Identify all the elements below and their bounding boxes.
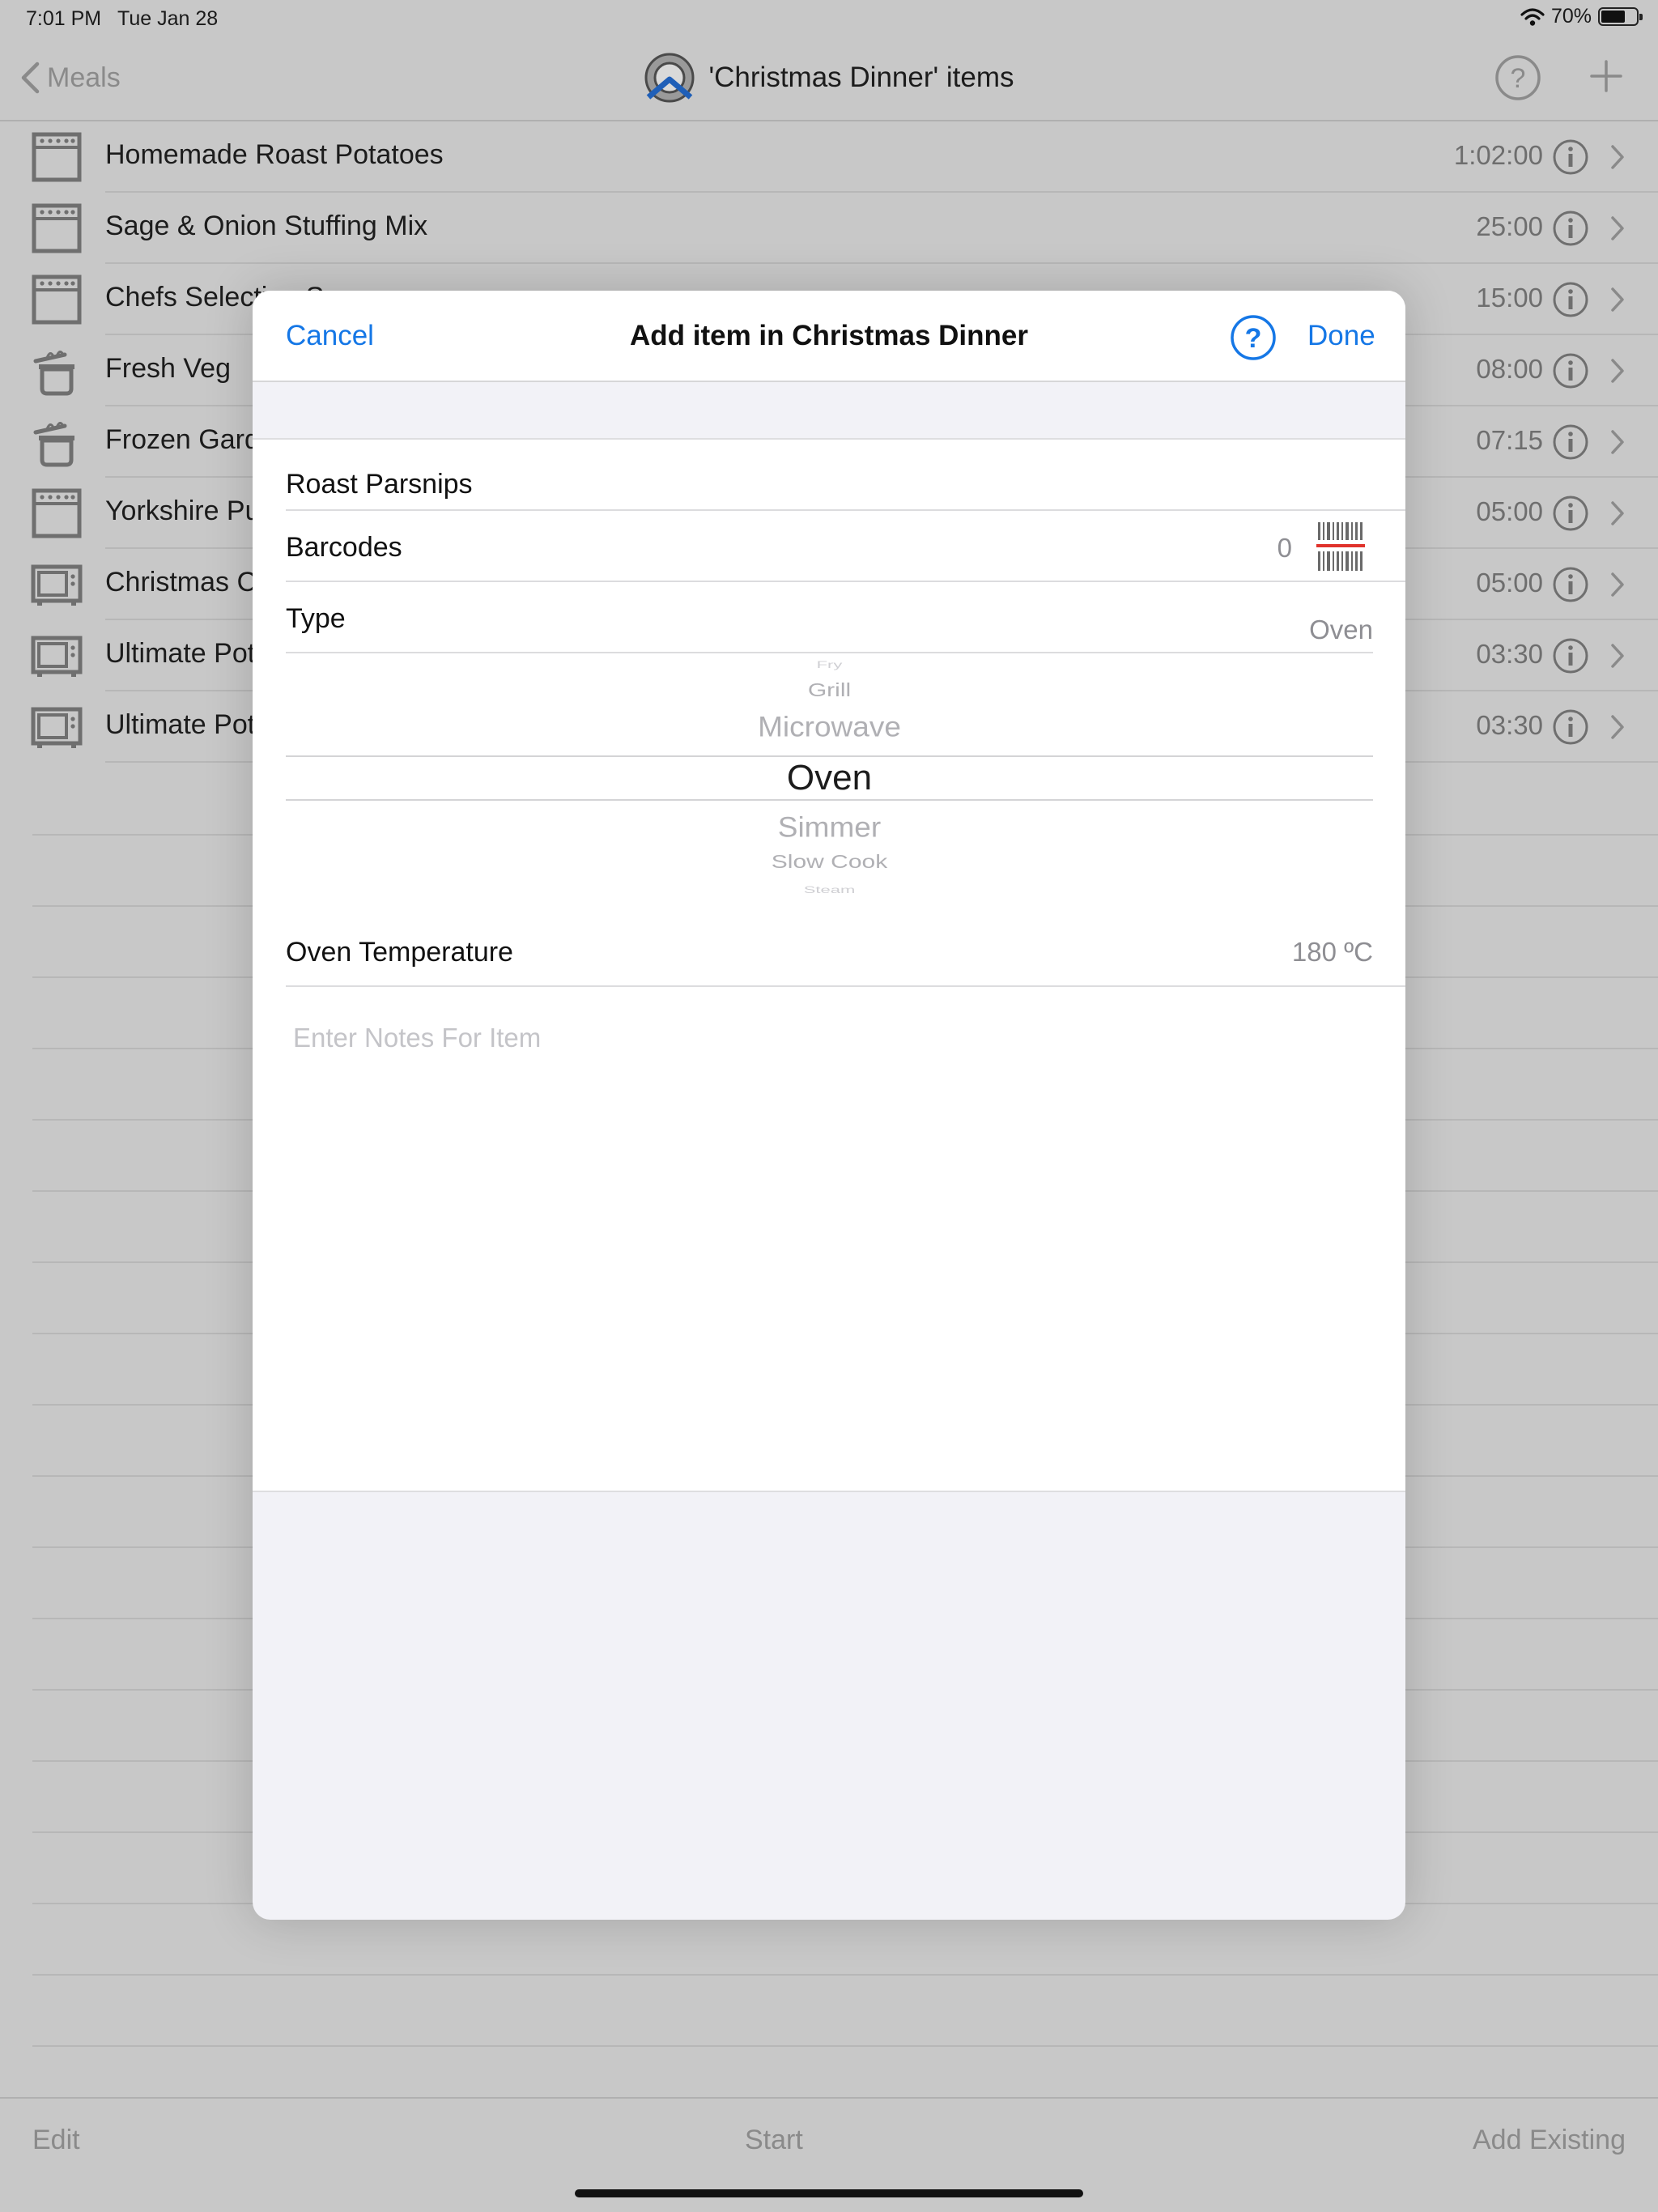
item-duration: 07:15 xyxy=(1476,425,1543,455)
battery-fill xyxy=(1601,11,1626,23)
barcodes-row[interactable]: Barcodes 0 xyxy=(286,511,1405,582)
item-duration: 05:00 xyxy=(1476,496,1543,526)
info-icon[interactable] xyxy=(1551,351,1590,394)
microwave-icon xyxy=(31,701,83,753)
chevron-right-icon xyxy=(1609,215,1626,245)
edit-button[interactable]: Edit xyxy=(32,2125,80,2156)
home-indicator xyxy=(575,2189,1083,2197)
battery-icon xyxy=(1598,7,1643,26)
page-title: 'Christmas Dinner' items xyxy=(0,52,1658,104)
item-name: Yorkshire Pu xyxy=(105,496,261,526)
status-right: 70% xyxy=(1520,5,1643,28)
microwave-icon xyxy=(31,630,83,682)
list-item[interactable]: Homemade Roast Potatoes 1:02:00 xyxy=(0,121,1658,193)
help-icon[interactable]: ? xyxy=(1494,53,1542,102)
item-duration: 03:30 xyxy=(1476,710,1543,740)
svg-text:?: ? xyxy=(1245,323,1262,354)
barcode-scan-icon[interactable] xyxy=(1316,521,1365,572)
info-icon[interactable] xyxy=(1551,280,1590,323)
chevron-right-icon xyxy=(1609,358,1626,388)
item-name: Ultimate Pot xyxy=(105,638,256,669)
oven-icon xyxy=(31,202,83,254)
info-icon[interactable] xyxy=(1551,209,1590,252)
done-button[interactable]: Done xyxy=(1307,320,1375,352)
item-name: Christmas C xyxy=(105,567,257,598)
item-duration: 03:30 xyxy=(1476,639,1543,669)
item-name-value: Roast Parsnips xyxy=(286,469,473,500)
page-title-text: 'Christmas Dinner' items xyxy=(708,62,1014,93)
row-separator xyxy=(32,1974,1658,1976)
item-name-field[interactable]: Roast Parsnips xyxy=(286,440,1405,511)
add-item-modal: Cancel Add item in Christmas Dinner ? Do… xyxy=(253,291,1405,1920)
oven-icon xyxy=(31,487,83,539)
picker-option[interactable]: Oven xyxy=(286,760,1373,796)
add-existing-button[interactable]: Add Existing xyxy=(1473,2125,1626,2156)
chevron-right-icon xyxy=(1609,572,1626,602)
navigation-bar: Meals 'Christmas Dinner' items ? xyxy=(0,37,1658,121)
oven-temperature-row[interactable]: Oven Temperature 180 ºC xyxy=(286,916,1405,987)
item-name: Fresh Veg xyxy=(105,353,231,384)
barcodes-count: 0 xyxy=(1277,533,1292,563)
wifi-icon xyxy=(1520,7,1545,26)
chevron-right-icon xyxy=(1609,429,1626,459)
info-icon[interactable] xyxy=(1551,423,1590,466)
help-icon[interactable]: ? xyxy=(1229,313,1278,362)
picker-option[interactable]: Steam xyxy=(286,885,1373,895)
chevron-right-icon xyxy=(1609,287,1626,317)
item-duration: 15:00 xyxy=(1476,283,1543,313)
item-duration: 05:00 xyxy=(1476,568,1543,598)
status-bar: 7:01 PM Tue Jan 28 70% xyxy=(0,0,1658,37)
item-name: Homemade Roast Potatoes xyxy=(105,139,444,170)
item-duration: 1:02:00 xyxy=(1453,140,1543,170)
chevron-right-icon xyxy=(1609,643,1626,673)
info-icon[interactable] xyxy=(1551,636,1590,679)
type-label: Type xyxy=(286,603,346,634)
status-date: Tue Jan 28 xyxy=(117,7,219,30)
picker-option[interactable]: Microwave xyxy=(286,712,1373,740)
notes-placeholder: Enter Notes For Item xyxy=(293,1023,542,1053)
microwave-icon xyxy=(31,559,83,610)
type-row[interactable]: Type Oven xyxy=(286,582,1373,653)
item-name: Frozen Gard xyxy=(105,424,260,455)
modal-form: Roast Parsnips Barcodes 0 Type Oven Fry … xyxy=(253,438,1405,1492)
info-icon[interactable] xyxy=(1551,138,1590,181)
picker-option[interactable]: Grill xyxy=(286,681,1373,700)
item-duration: 25:00 xyxy=(1476,211,1543,241)
oven-icon xyxy=(31,274,83,325)
add-icon[interactable] xyxy=(1587,57,1626,96)
barcodes-label: Barcodes xyxy=(286,532,402,563)
item-name: Ultimate Pot xyxy=(105,709,256,740)
info-icon[interactable] xyxy=(1551,708,1590,751)
picker-option[interactable]: Fry xyxy=(286,660,1373,670)
app-logo-icon xyxy=(644,53,695,103)
svg-text:?: ? xyxy=(1511,63,1526,94)
battery-percent: 70% xyxy=(1550,5,1592,28)
status-time: 7:01 PM xyxy=(26,7,102,30)
oven-temperature-value: 180 ºC xyxy=(1291,937,1373,967)
saucepan-icon xyxy=(31,345,83,397)
type-value: Oven xyxy=(1309,615,1373,644)
notes-textarea[interactable]: Enter Notes For Item xyxy=(253,987,1405,1201)
start-button[interactable]: Start xyxy=(745,2125,803,2156)
picker-option[interactable]: Slow Cook xyxy=(286,853,1373,871)
modal-header: Cancel Add item in Christmas Dinner ? Do… xyxy=(253,291,1405,382)
picker-option[interactable]: Simmer xyxy=(286,812,1373,840)
list-item[interactable]: Sage & Onion Stuffing Mix 25:00 xyxy=(0,193,1658,264)
info-icon[interactable] xyxy=(1551,494,1590,537)
row-separator xyxy=(32,2045,1658,2047)
saucepan-icon xyxy=(31,416,83,468)
chevron-right-icon xyxy=(1609,500,1626,530)
chevron-right-icon xyxy=(1609,714,1626,744)
item-duration: 08:00 xyxy=(1476,354,1543,384)
oven-icon xyxy=(31,131,83,183)
oven-temperature-label: Oven Temperature xyxy=(286,937,513,968)
item-name: Sage & Onion Stuffing Mix xyxy=(105,211,428,241)
info-icon[interactable] xyxy=(1551,565,1590,608)
chevron-right-icon xyxy=(1609,144,1626,174)
type-picker[interactable]: Fry Grill Microwave Oven Simmer Slow Cook Stea… xyxy=(286,649,1373,908)
